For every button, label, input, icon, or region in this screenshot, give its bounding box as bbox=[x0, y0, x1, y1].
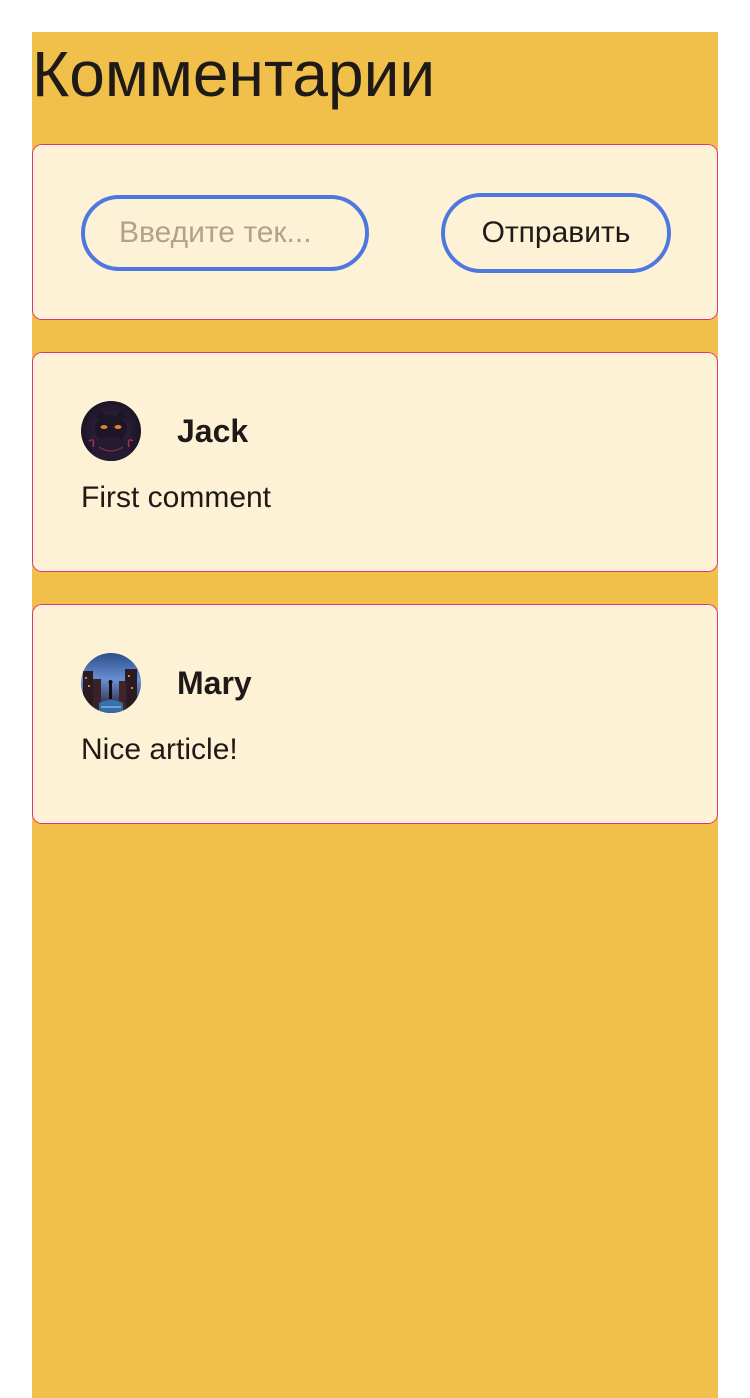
comment-text: Nice article! bbox=[81, 733, 238, 766]
send-button[interactable]: Отправить bbox=[441, 193, 671, 273]
comment-author: Mary bbox=[177, 665, 252, 701]
comment-text: First comment bbox=[81, 481, 272, 514]
city-night-avatar-image bbox=[81, 653, 141, 713]
page-title: Комментарии bbox=[32, 38, 436, 110]
cat-avatar-image bbox=[81, 401, 141, 461]
avatar bbox=[81, 401, 141, 461]
comment-card: Mary Nice article! bbox=[32, 604, 718, 824]
avatar bbox=[81, 653, 141, 713]
comment-input[interactable] bbox=[81, 195, 369, 271]
comments-panel: Комментарии Отправить bbox=[32, 32, 718, 1398]
comment-author: Jack bbox=[177, 413, 249, 449]
comment-form-card: Отправить bbox=[32, 144, 718, 320]
comment-card: Jack First comment bbox=[32, 352, 718, 572]
